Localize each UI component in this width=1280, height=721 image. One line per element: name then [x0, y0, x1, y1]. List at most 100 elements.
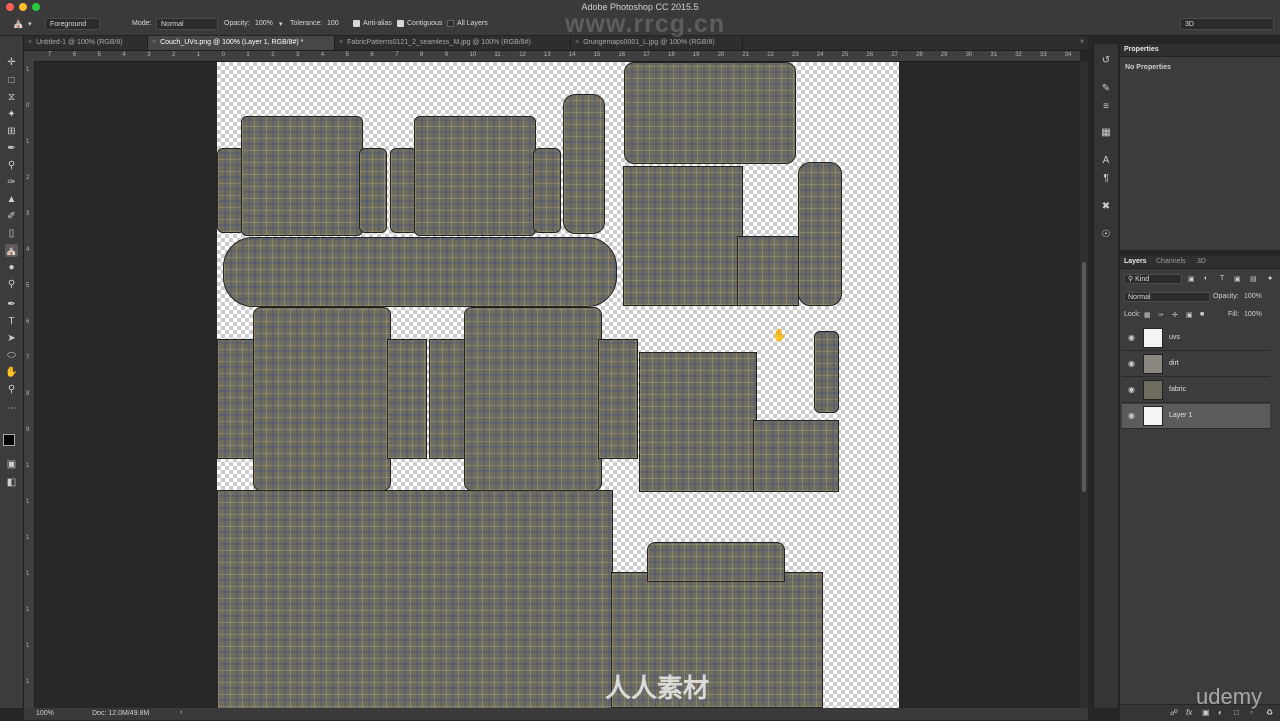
dodge-tool-icon[interactable]: ⚲ [5, 278, 18, 291]
lock-all-icon[interactable]: ■ [1200, 311, 1204, 318]
blend-mode-select[interactable]: Normal [1124, 292, 1210, 302]
foreground-color-swatch[interactable] [3, 434, 15, 446]
tab-layers[interactable]: Layers [1124, 258, 1147, 265]
layer-name[interactable]: fabric [1169, 386, 1186, 393]
uv-island [387, 339, 427, 459]
close-icon[interactable]: × [152, 39, 156, 46]
layer-name[interactable]: uvs [1169, 334, 1180, 341]
close-icon[interactable]: × [575, 39, 579, 46]
paint-bucket-icon[interactable]: ⛪ [12, 18, 24, 29]
vertical-scrollbar[interactable] [1080, 62, 1088, 708]
lock-transparent-icon[interactable]: ▦ [1144, 311, 1151, 319]
tab-properties[interactable]: Properties [1124, 46, 1159, 53]
chevron-right-icon[interactable]: › [180, 709, 182, 716]
tolerance-input[interactable]: 100 [327, 20, 339, 27]
fill-source-select[interactable]: Foreground [45, 18, 100, 30]
lasso-tool-icon[interactable]: ⧖ [5, 91, 18, 104]
screen-mode-icon[interactable]: ◧ [5, 476, 18, 489]
anti-alias-checkbox[interactable] [353, 20, 360, 27]
lock-position-icon[interactable]: ✛ [1172, 311, 1178, 319]
history-icon[interactable]: ↺ [1099, 54, 1113, 68]
brush-tool-icon[interactable]: ✑ [5, 176, 18, 189]
lock-artboard-icon[interactable]: ▣ [1186, 311, 1193, 319]
filter-pixel-icon[interactable]: ▣ [1188, 275, 1195, 283]
layer-opacity-input[interactable]: 100% [1244, 293, 1262, 300]
magic-wand-icon[interactable]: ✦ [5, 108, 18, 121]
link-layers-icon[interactable]: ☍ [1170, 708, 1178, 717]
tab-channels[interactable]: Channels [1156, 258, 1186, 265]
clone-source-icon[interactable]: ▦ [1099, 126, 1113, 140]
vertical-ruler: 1 0 1 2 3 4 5 6 7 8 9 1 1 1 1 1 1 1 [24, 61, 35, 708]
uv-island [639, 352, 757, 492]
mode-select[interactable]: Normal [156, 18, 218, 30]
adjustments-icon[interactable]: ≡ [1099, 100, 1113, 114]
filter-adjustment-icon[interactable]: ◐ [1204, 275, 1208, 282]
history-brush-icon[interactable]: ✐ [5, 210, 18, 223]
layer-row-dirt[interactable]: ◉ dirt [1122, 352, 1270, 377]
layer-row-uvs[interactable]: ◉ uvs [1122, 326, 1270, 351]
eyedropper-icon[interactable]: ✒ [5, 142, 18, 155]
eraser-icon[interactable]: ▯ [5, 227, 18, 240]
blur-tool-icon[interactable]: ● [5, 261, 18, 274]
filter-shape-icon[interactable]: ▣ [1234, 275, 1241, 283]
brush-presets-icon[interactable]: ✎ [1099, 82, 1113, 96]
workspace-select[interactable]: 3D [1180, 18, 1274, 30]
tabs-overflow-icon[interactable]: » [1080, 38, 1084, 45]
pen-tool-icon[interactable]: ✒ [5, 298, 18, 311]
path-selection-icon[interactable]: ➤ [5, 332, 18, 345]
character-icon[interactable]: A [1099, 154, 1113, 168]
filter-smart-object-icon[interactable]: ▤ [1250, 275, 1257, 283]
tools-presets-icon[interactable]: ✖ [1099, 200, 1113, 214]
tab-fabric-patterns[interactable]: × FabricPatterns0121_2_seamless_M.jpg @ 1… [335, 36, 571, 50]
lock-image-icon[interactable]: ✑ [1158, 311, 1164, 319]
visibility-eye-icon[interactable]: ◉ [1128, 359, 1135, 368]
horizontal-ruler: 7 6 5 4 3 2 1 0 1 2 3 4 5 6 7 8 9 10 11 12 13 14 15 16 17 18 19 20 2… [24, 51, 1080, 62]
zoom-level[interactable]: 100% [36, 710, 54, 717]
type-tool-icon[interactable]: T [5, 315, 18, 328]
chevron-down-icon[interactable]: ▾ [279, 20, 283, 28]
contiguous-checkbox[interactable] [397, 20, 404, 27]
filter-toggle-icon[interactable]: ● [1268, 275, 1272, 282]
paint-bucket-tool-icon[interactable]: ⛪ [5, 244, 18, 257]
tab-3d[interactable]: 3D [1197, 258, 1206, 265]
tab-label: Grungemaps0001_L.jpg @ 100% (RGB/8) [583, 39, 715, 46]
more-tools-icon[interactable]: ⋯ [5, 402, 18, 415]
layer-row-fabric[interactable]: ◉ fabric [1122, 378, 1270, 403]
layer-name[interactable]: dirt [1169, 360, 1179, 367]
visibility-eye-icon[interactable]: ◉ [1128, 333, 1135, 342]
opacity-input[interactable]: 100% [255, 20, 273, 27]
paragraph-icon[interactable]: ¶ [1099, 172, 1113, 186]
shape-tool-icon[interactable]: ⬭ [5, 349, 18, 362]
ruler-tick-label: 19 [692, 52, 700, 58]
trash-icon[interactable]: ♻ [1266, 708, 1273, 717]
layer-filter-select[interactable]: ⚲ Kind [1124, 274, 1182, 284]
chevron-down-icon[interactable]: ▾ [28, 20, 32, 28]
canvas-area[interactable] [35, 62, 1080, 708]
fill-input[interactable]: 100% [1244, 311, 1262, 318]
ruler-tick-label: 34 [1064, 52, 1072, 58]
document-canvas[interactable] [217, 62, 899, 708]
scrollbar-thumb[interactable] [1082, 262, 1086, 492]
visibility-eye-icon[interactable]: ◉ [1128, 411, 1135, 420]
healing-brush-icon[interactable]: ⚲ [5, 159, 18, 172]
fx-icon[interactable]: fx [1186, 708, 1192, 717]
layer-name[interactable]: Layer 1 [1169, 412, 1192, 419]
marquee-tool-icon[interactable]: □ [5, 74, 18, 87]
zoom-tool-icon[interactable]: ⚲ [5, 383, 18, 396]
move-tool-icon[interactable]: ✛ [5, 56, 18, 69]
close-icon[interactable]: × [28, 39, 32, 46]
ruler-tick-label: 29 [940, 52, 948, 58]
quick-mask-icon[interactable]: ▣ [5, 458, 18, 471]
uv-island [217, 490, 613, 708]
tab-untitled-1[interactable]: × Untitled-1 @ 100% (RGB/8) [24, 36, 148, 50]
close-icon[interactable]: × [339, 39, 343, 46]
3d-panel-icon[interactable]: ☉ [1099, 228, 1113, 242]
tab-couch-uvs[interactable]: × Couch_UVs.png @ 100% (Layer 1, RGB/8#) … [148, 36, 335, 50]
hand-tool-icon[interactable]: ✋ [5, 366, 18, 379]
crop-tool-icon[interactable]: ⊞ [5, 125, 18, 138]
filter-type-icon[interactable]: T [1220, 275, 1224, 282]
visibility-eye-icon[interactable]: ◉ [1128, 385, 1135, 394]
layer-row-layer-1[interactable]: ◉ Layer 1 [1122, 404, 1270, 429]
all-layers-checkbox[interactable] [447, 20, 454, 27]
clone-stamp-icon[interactable]: ▲ [5, 193, 18, 206]
